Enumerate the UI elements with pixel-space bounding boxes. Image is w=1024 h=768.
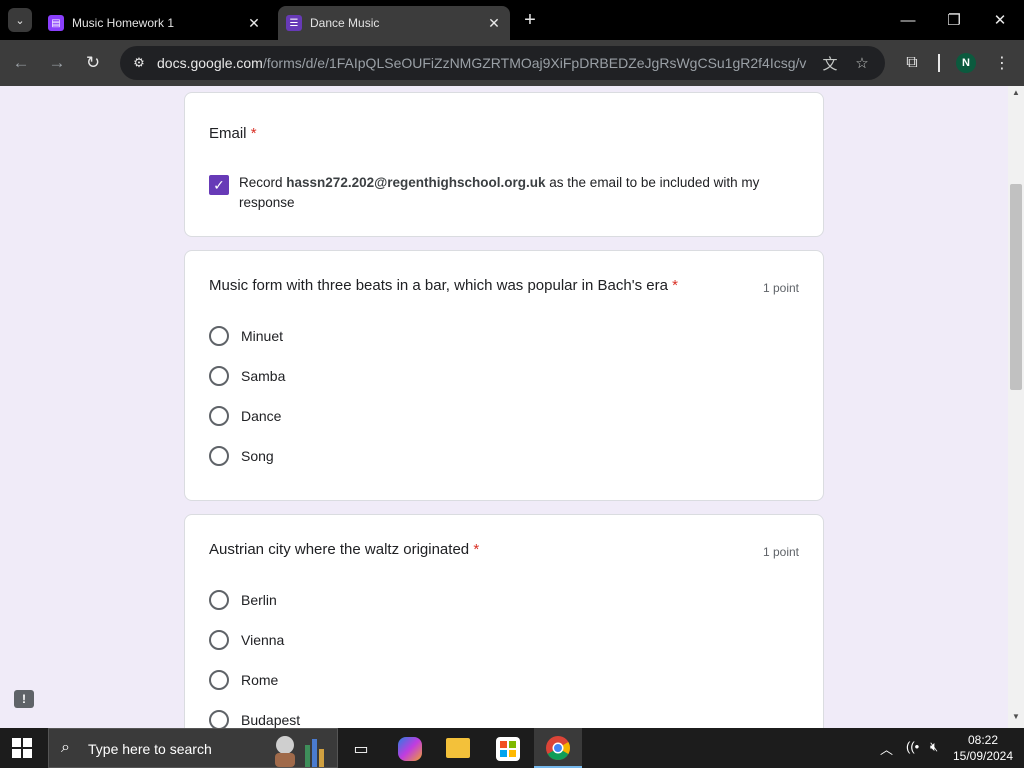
scrollbar-thumb[interactable]	[1010, 184, 1022, 390]
option-vienna[interactable]: Vienna	[209, 628, 284, 652]
windows-taskbar: ⌕ Type here to search ▭ ︿ ((• 🔇︎ 08:22 1…	[0, 728, 1024, 768]
email-title: Email *	[209, 125, 257, 142]
radio-button[interactable]	[209, 710, 229, 728]
forward-icon[interactable]: →	[44, 50, 70, 76]
option-berlin[interactable]: Berlin	[209, 588, 277, 612]
radio-button[interactable]	[209, 406, 229, 426]
site-info-icon[interactable]: ⚙	[130, 54, 148, 72]
radio-button[interactable]	[209, 590, 229, 610]
bookmark-star-icon[interactable]: ☆	[852, 53, 872, 73]
option-budapest[interactable]: Budapest	[209, 708, 300, 728]
search-highlight-illustration	[275, 736, 324, 767]
tab-title: Dance Music	[310, 16, 380, 30]
tab-music-homework[interactable]: ▤ Music Homework 1 ✕	[40, 6, 270, 40]
microsoft-store-icon[interactable]	[496, 737, 520, 761]
show-hidden-icons-chevron-icon[interactable]: ︿	[880, 739, 893, 758]
tab-search-chevron-icon[interactable]: ⌄	[8, 8, 32, 32]
tab-close-icon[interactable]: ✕	[484, 15, 504, 32]
radio-button[interactable]	[209, 446, 229, 466]
system-clock[interactable]: 08:22 15/09/2024	[950, 732, 1016, 764]
question-card: Music form with three beats in a bar, wh…	[184, 250, 824, 501]
chrome-icon	[546, 736, 570, 760]
tab-close-icon[interactable]: ✕	[244, 15, 264, 32]
close-window-icon[interactable]: ✕	[982, 6, 1018, 34]
question-title: Austrian city where the waltz originated…	[209, 541, 480, 558]
option-song[interactable]: Song	[209, 444, 274, 468]
address-bar[interactable]: ⚙ docs.google.com/forms/d/e/1FAIpQLSeOUF…	[120, 46, 885, 80]
network-icon[interactable]: ((•	[906, 739, 919, 754]
minimize-icon[interactable]: —	[890, 6, 926, 34]
more-menu-icon[interactable]: ⋮	[990, 51, 1014, 75]
taskbar-search-box[interactable]: ⌕ Type here to search	[48, 728, 338, 768]
page-scrollbar[interactable]: ▲ ▼	[1008, 86, 1024, 728]
radio-button[interactable]	[209, 630, 229, 650]
windows-start-icon[interactable]	[12, 738, 32, 758]
radio-button[interactable]	[209, 366, 229, 386]
option-minuet[interactable]: Minuet	[209, 324, 283, 348]
points-label: 1 point	[762, 281, 799, 295]
translate-icon[interactable]: 文	[820, 53, 840, 73]
option-rome[interactable]: Rome	[209, 668, 278, 692]
tab-title: Music Homework 1	[72, 16, 175, 30]
forms-favicon-icon: ▤	[48, 15, 64, 31]
extensions-icon[interactable]: ⧉	[900, 51, 924, 75]
restore-icon[interactable]: ❐	[936, 6, 972, 34]
task-view-icon[interactable]: ▭	[348, 736, 374, 762]
search-icon: ⌕	[61, 739, 70, 756]
url-text[interactable]: docs.google.com/forms/d/e/1FAIpQLSeOUFiZ…	[157, 55, 807, 71]
scroll-down-arrow-icon[interactable]: ▼	[1008, 712, 1024, 726]
scroll-up-arrow-icon[interactable]: ▲	[1008, 88, 1024, 102]
radio-button[interactable]	[209, 326, 229, 346]
back-icon[interactable]: ←	[8, 50, 34, 76]
record-email-checkbox[interactable]: ✓	[209, 175, 229, 195]
report-feedback-icon[interactable]: !	[14, 690, 34, 708]
file-explorer-icon[interactable]	[446, 738, 470, 758]
email-card: Email * ✓ Record hassn272.202@regenthigh…	[184, 92, 824, 237]
points-label: 1 point	[762, 545, 799, 559]
record-email-label: Record hassn272.202@regenthighschool.org…	[239, 175, 760, 210]
form-page: Email * ✓ Record hassn272.202@regenthigh…	[0, 86, 1008, 728]
volume-muted-icon[interactable]: 🔇︎	[930, 739, 938, 755]
tab-strip: ⌄ ▤ Music Homework 1 ✕ ☰ Dance Music ✕ +…	[0, 0, 1024, 40]
reload-icon[interactable]: ↻	[80, 50, 106, 76]
browser-toolbar: ← → ↻ ⚙ docs.google.com/forms/d/e/1FAIpQ…	[0, 40, 1024, 86]
copilot-icon[interactable]	[398, 737, 422, 761]
tab-dance-music[interactable]: ☰ Dance Music ✕	[278, 6, 510, 40]
radio-button[interactable]	[209, 670, 229, 690]
option-dance[interactable]: Dance	[209, 404, 281, 428]
option-samba[interactable]: Samba	[209, 364, 285, 388]
forms-favicon-icon: ☰	[286, 15, 302, 31]
profile-avatar[interactable]: N	[956, 53, 976, 73]
new-tab-button[interactable]: +	[518, 8, 542, 32]
chrome-taskbar-button[interactable]	[534, 728, 582, 768]
toolbar-divider	[938, 54, 940, 72]
question-title: Music form with three beats in a bar, wh…	[209, 277, 678, 294]
question-card: Austrian city where the waltz originated…	[184, 514, 824, 728]
